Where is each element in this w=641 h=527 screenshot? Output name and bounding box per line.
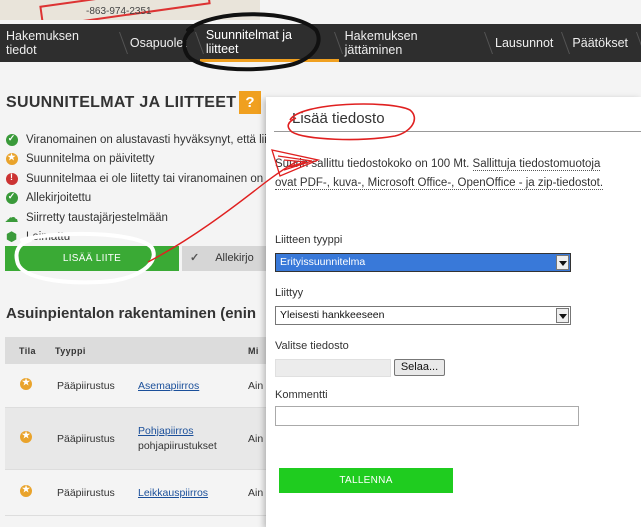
table-row: ★ Pääpiirustus Pohjapiirros pohjapiirustu… (5, 408, 270, 470)
star-circle-icon: ★ (20, 430, 32, 443)
dialog-title: Lisää tiedosto (292, 110, 385, 127)
cloud-upload-icon: ☁ (4, 209, 19, 226)
relates-to-label: Liittyy (275, 287, 304, 299)
star-circle-icon: ★ (20, 377, 32, 390)
comment-input[interactable] (275, 406, 579, 426)
legend-item: ! Suunnitelmaa ei ole liitetty tai viran… (4, 169, 276, 189)
nav-tab-application-info[interactable]: Hakemuksen tiedot (0, 24, 128, 62)
add-file-dialog: Lisää tiedosto Suurin sallittu tiedostok… (266, 97, 641, 527)
nav-tab-submission[interactable]: Hakemuksen jättäminen (339, 24, 494, 62)
chevron-down-icon (556, 255, 569, 270)
nav-tab-parties[interactable]: Osapuolet (124, 24, 204, 62)
page-title: SUUNNITELMAT JA LIITTEET (6, 94, 237, 111)
status-legend: ✓ Viranomainen on alustavasti hyväksynyt… (4, 130, 277, 247)
attachments-table: Tila Tyyppi Mi ★ Pääpiirustus Asemapiirr… (5, 337, 270, 516)
attachment-type-label: Liitteen tyyppi (275, 234, 343, 246)
attachment-type-select[interactable]: Erityissuunnitelma (275, 253, 571, 272)
star-circle-icon: ★ (20, 484, 32, 497)
table-row: ★ Pääpiirustus Asemapiirros Ain (5, 364, 270, 408)
nav-tab-decisions[interactable]: Päätökset (566, 24, 641, 62)
file-info-text: Suurin sallittu tiedostokoko on 100 Mt. … (275, 158, 604, 190)
attachment-link[interactable]: Asemapiirros (138, 380, 199, 392)
exclamation-circle-icon: ! (4, 171, 19, 186)
attachment-link[interactable]: Pohjapiirros (138, 425, 193, 437)
legend-item: ✓ Viranomainen on alustavasti hyväksynyt… (4, 130, 276, 150)
save-button[interactable]: TALLENNA (279, 468, 453, 493)
top-navigation: Hakemuksen tiedot Osapuolet Suunnitelmat… (0, 24, 641, 62)
map-phone-text: -863-974-2351 (86, 6, 152, 17)
table-row: ★ Pääpiirustus Leikkauspiirros Ain (5, 470, 270, 516)
chevron-down-icon (556, 308, 569, 323)
nav-tab-statements[interactable]: Lausunnot (489, 24, 571, 62)
check-circle-icon: ✓ (4, 191, 19, 206)
help-button[interactable]: ? (239, 91, 261, 114)
comment-label: Kommentti (275, 389, 328, 401)
legend-item: ☁ Siirretty taustajärjestelmään (4, 209, 168, 226)
relates-to-select[interactable]: Yleisesti hankkeeseen (275, 306, 571, 325)
stamp-icon: ⬢ (5, 229, 18, 245)
legend-item: ⬢ Leimattu (5, 229, 71, 245)
map-thumbnail: -863-974-2351 (0, 0, 260, 20)
project-heading: Asuinpientalon rakentaminen (enin (6, 305, 257, 322)
check-circle-icon: ✓ (4, 132, 19, 147)
check-icon: ✓ (190, 252, 200, 264)
add-attachment-button[interactable]: LISÄÄ LIITE (5, 246, 179, 271)
sign-button[interactable]: ✓ Allekirjo (182, 246, 272, 271)
attachment-link[interactable]: Leikkauspiirros (138, 487, 208, 499)
star-circle-icon: ★ (4, 152, 19, 167)
legend-item: ★ Suunnitelma on päivitetty (4, 150, 276, 170)
divider (274, 131, 641, 132)
legend-item: ✓ Allekirjoitettu (4, 189, 276, 209)
browse-button[interactable]: Selaa... (394, 359, 445, 376)
file-label: Valitse tiedosto (275, 340, 349, 352)
table-header: Tila Tyyppi Mi (5, 337, 270, 364)
file-name-field (275, 359, 391, 377)
nav-tab-plans-attachments[interactable]: Suunnitelmat ja liitteet (199, 24, 343, 62)
